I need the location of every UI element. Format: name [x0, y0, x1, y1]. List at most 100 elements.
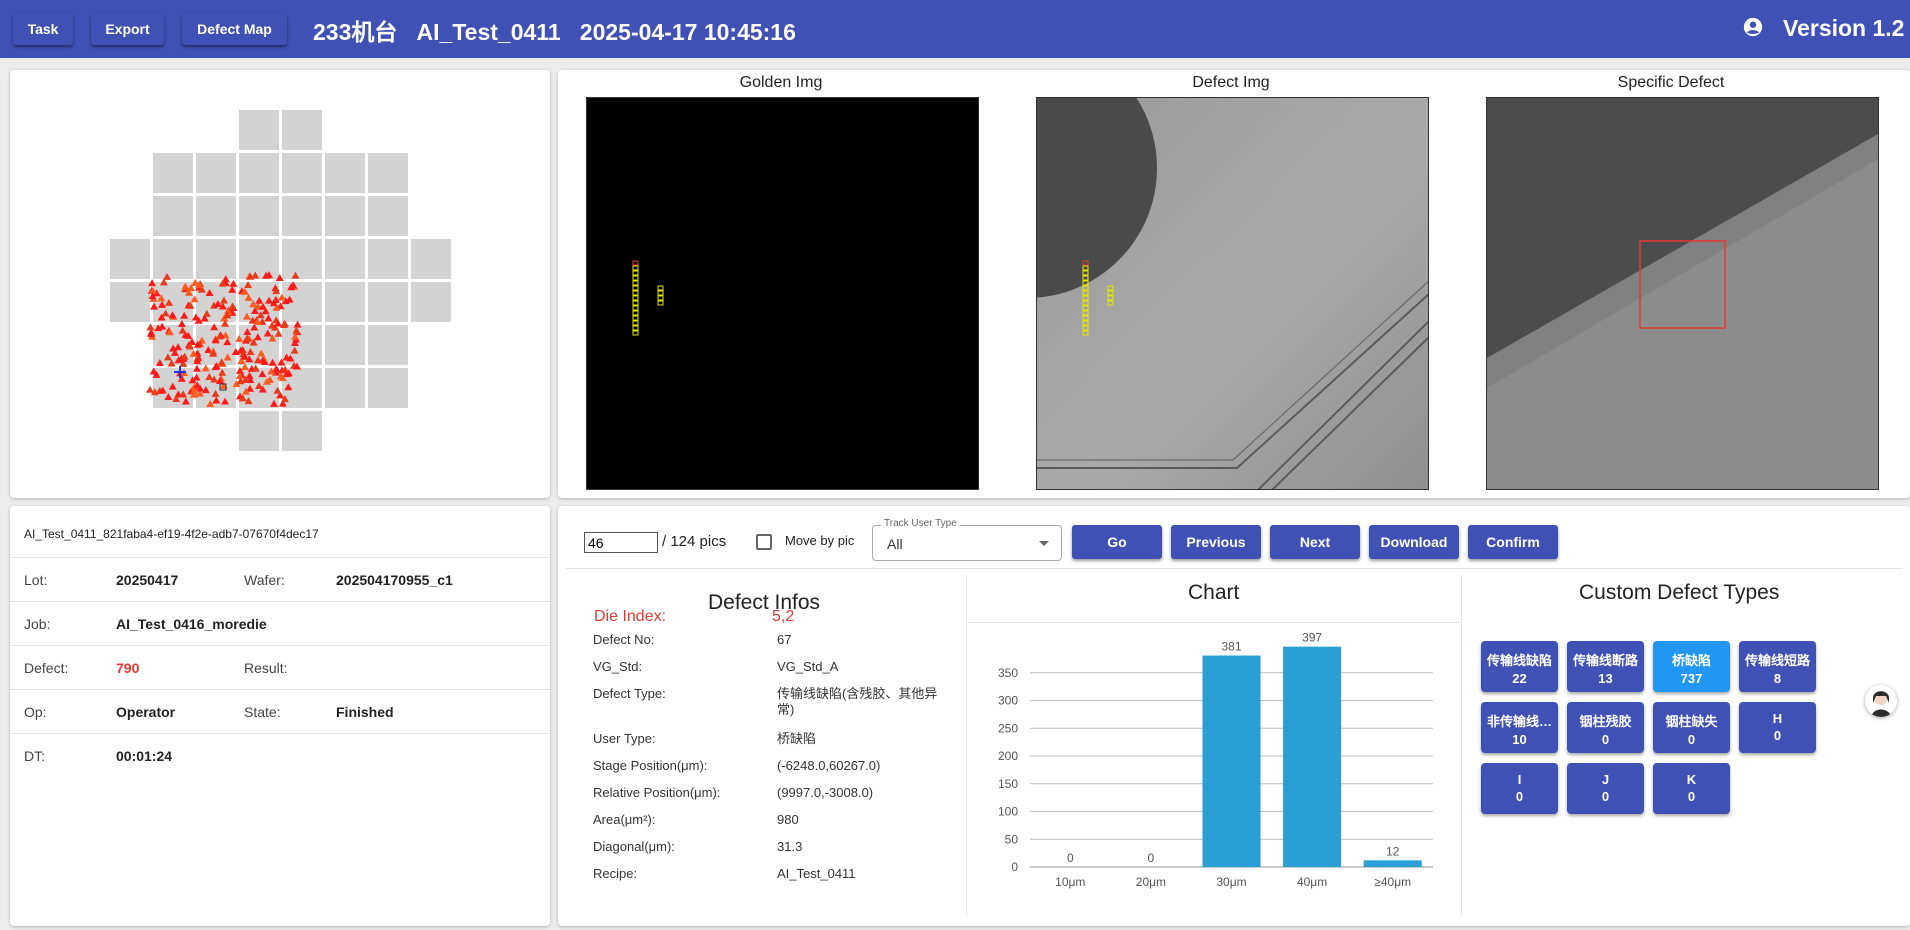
next-button[interactable]: Next: [1270, 525, 1360, 559]
custom-defect-type-name: 传输线短路: [1744, 653, 1810, 668]
chart-title: Chart: [1188, 581, 1240, 604]
defect-map-button[interactable]: Defect Map: [182, 13, 287, 45]
data-label: 397: [1302, 631, 1322, 645]
wafer-die[interactable]: [368, 196, 408, 236]
move-by-pic-checkbox[interactable]: [756, 534, 772, 550]
account-circle-icon[interactable]: [1742, 16, 1764, 38]
defect-info-value: (-6248.0,60267.0): [777, 758, 881, 773]
wafer-die[interactable]: [196, 196, 236, 236]
wafer-die[interactable]: [368, 282, 408, 322]
custom-defect-type-button[interactable]: 非传输线… 10: [1481, 702, 1558, 753]
defect-info-value: AI_Test_0411: [777, 866, 856, 881]
y-tick-label: 250: [998, 721, 1018, 735]
defect-info-key: Area(μm²):: [593, 812, 656, 827]
custom-defect-type-button[interactable]: 传输线断路 13: [1567, 641, 1644, 692]
wafer-die[interactable]: [110, 239, 150, 279]
bar[interactable]: [1283, 646, 1342, 867]
wafer-die[interactable]: [239, 411, 279, 451]
defect-info-key: Diagonal(μm):: [593, 839, 675, 854]
custom-defect-type-button[interactable]: H0: [1739, 702, 1816, 753]
custom-defect-type-button[interactable]: 铟柱缺失 0: [1653, 702, 1730, 753]
wafer-value: 202504170955_c1: [336, 572, 453, 588]
custom-defect-type-name: J: [1601, 772, 1610, 787]
track-user-type-select[interactable]: Track User Type All: [872, 518, 1062, 561]
wafer-die[interactable]: [153, 196, 193, 236]
previous-button[interactable]: Previous: [1171, 525, 1261, 559]
wafer-die[interactable]: [368, 368, 408, 408]
custom-defect-type-name: H: [1772, 711, 1783, 726]
y-tick-label: 350: [998, 666, 1018, 680]
wafer-die[interactable]: [325, 368, 365, 408]
defect-info-value: 67: [777, 632, 792, 647]
task-button[interactable]: Task: [13, 13, 73, 45]
go-button[interactable]: Go: [1072, 525, 1162, 559]
die-index-label: Die Index:: [594, 608, 667, 625]
wafer-die[interactable]: [368, 153, 408, 193]
wafer-die[interactable]: [110, 282, 150, 322]
y-tick-label: 100: [998, 805, 1018, 819]
wafer-die[interactable]: [325, 282, 365, 322]
wafer-die[interactable]: [239, 196, 279, 236]
specific-defect-image[interactable]: [1486, 97, 1879, 490]
custom-defect-type-button[interactable]: 铟柱残胶 0: [1567, 702, 1644, 753]
wafer-die[interactable]: [282, 153, 322, 193]
assistant-avatar[interactable]: [1865, 685, 1897, 717]
defect-info-value: (9997.0,-3008.0): [777, 785, 874, 800]
wafer-die[interactable]: [325, 325, 365, 365]
wafer-die[interactable]: [325, 196, 365, 236]
wafer-die[interactable]: [368, 325, 408, 365]
wafer-die[interactable]: [196, 239, 236, 279]
wafer-die[interactable]: [368, 239, 408, 279]
version-label: Version 1.2: [1783, 15, 1905, 41]
divider: [1461, 575, 1462, 915]
golden-image[interactable]: [586, 97, 979, 490]
data-label: 381: [1221, 640, 1241, 654]
custom-defect-type-button[interactable]: 传输线短路 8: [1739, 641, 1816, 692]
bar[interactable]: [1363, 860, 1422, 867]
wafer-die[interactable]: [282, 411, 322, 451]
bar[interactable]: [1202, 655, 1261, 867]
custom-defect-type-button[interactable]: K0: [1653, 763, 1730, 814]
defect-image[interactable]: [1036, 97, 1429, 490]
defect-count-label: Defect:: [24, 660, 69, 676]
wafer-die[interactable]: [282, 110, 322, 150]
custom-defect-type-count: 0: [1687, 732, 1696, 747]
download-button[interactable]: Download: [1369, 525, 1459, 559]
x-tick-label: 30μm: [1216, 875, 1246, 889]
custom-defect-type-button[interactable]: 传输线缺陷 22: [1481, 641, 1558, 692]
wafer-die[interactable]: [239, 110, 279, 150]
page-number-input[interactable]: [584, 532, 658, 553]
wafer-die[interactable]: [325, 239, 365, 279]
custom-defect-type-name: 桥缺陷: [1671, 653, 1711, 668]
wafer-die[interactable]: [411, 282, 451, 322]
divider: [966, 575, 967, 915]
defect-info-key: Defect No:: [593, 632, 655, 647]
wafer-die[interactable]: [325, 153, 365, 193]
defect-info-key: User Type:: [593, 731, 656, 746]
defect-info-key: Stage Position(μm):: [593, 758, 708, 773]
defect-infos-title: Defect Infos: [708, 591, 821, 614]
data-label: 12: [1386, 844, 1400, 858]
confirm-button[interactable]: Confirm: [1468, 525, 1558, 559]
custom-defect-type-button[interactable]: I0: [1481, 763, 1558, 814]
golden-img-title: Golden Img: [739, 74, 823, 91]
wafer-die[interactable]: [239, 239, 279, 279]
job-label: Job:: [24, 616, 51, 632]
wafer-die[interactable]: [153, 239, 193, 279]
export-button[interactable]: Export: [91, 13, 164, 45]
track-user-type-value: All: [887, 536, 903, 552]
wafer-die[interactable]: [153, 153, 193, 193]
wafer-label: Wafer:: [244, 572, 285, 588]
wafer-die[interactable]: [411, 239, 451, 279]
wafer-die[interactable]: [282, 196, 322, 236]
custom-defect-type-button[interactable]: J0: [1567, 763, 1644, 814]
wafer-die[interactable]: [196, 153, 236, 193]
move-by-pic-label: Move by pic: [785, 533, 855, 548]
wafer-die[interactable]: [282, 239, 322, 279]
wafer-map[interactable]: [10, 70, 550, 498]
custom-defect-type-button[interactable]: 桥缺陷 737: [1653, 641, 1730, 692]
op-value: Operator: [116, 704, 176, 720]
result-label: Result:: [244, 660, 288, 676]
wafer-die[interactable]: [239, 153, 279, 193]
defect-info-key: VG_Std:: [593, 659, 643, 674]
